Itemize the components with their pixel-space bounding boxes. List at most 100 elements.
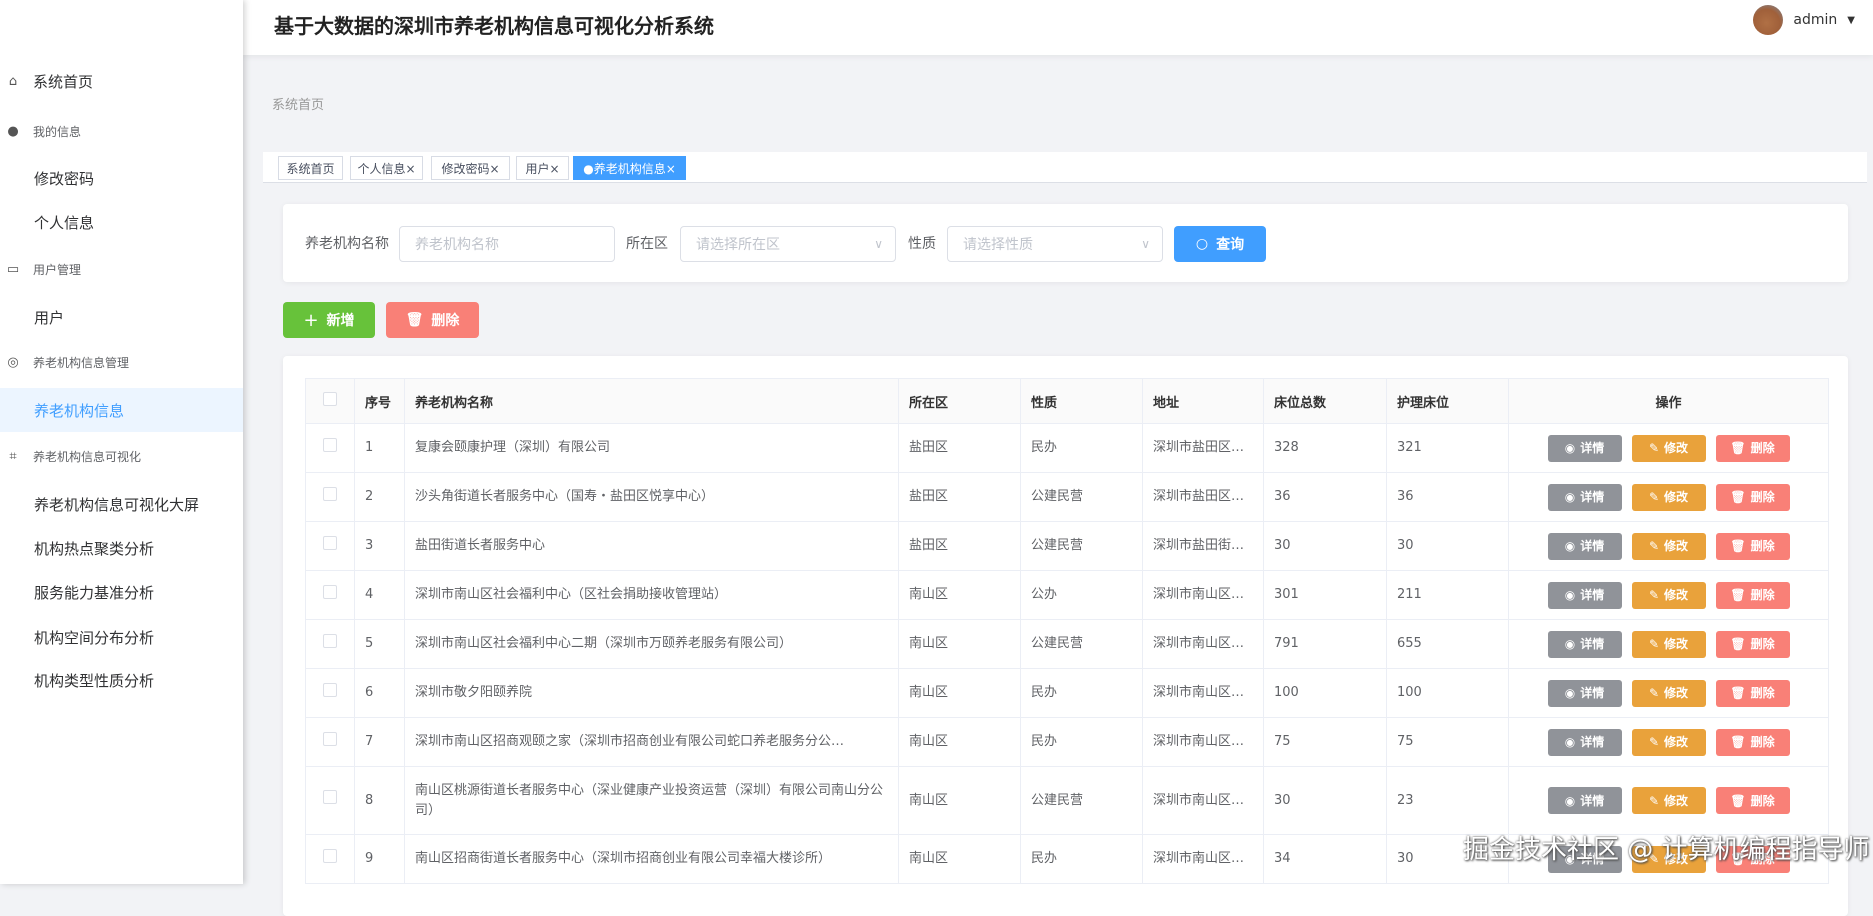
sidebar-item[interactable]: 机构空间分布分析 <box>0 623 243 651</box>
sidebar-item[interactable]: ⌂ 系统首页 <box>0 67 243 95</box>
sidebar-item[interactable]: 服务能力基准分析 <box>0 578 243 606</box>
tab[interactable]: 系统首页 <box>278 156 343 180</box>
sidebar-item[interactable]: ▭ 用户管理 <box>0 255 243 283</box>
user-menu[interactable]: admin ▼ <box>1753 5 1855 35</box>
cell: 南山区 <box>898 570 1021 620</box>
cell: 公建民营 <box>1020 766 1143 835</box>
cell: 复康会颐康护理（深圳）有限公司 <box>404 423 899 473</box>
edit-button[interactable]: ✎ 修改 <box>1631 728 1706 756</box>
sidebar-item[interactable]: 修改密码 <box>0 164 243 192</box>
detail-button[interactable]: ◉ 详情 <box>1547 581 1622 609</box>
detail-button[interactable]: ◉ 详情 <box>1547 787 1622 814</box>
edit-button[interactable]: ✎ 修改 <box>1631 581 1706 609</box>
cell: 南山区招商街道长者服务中心（深圳市招商创业有限公司幸福大楼诊所） <box>404 834 899 884</box>
nature-label: 性质 <box>908 236 936 252</box>
sidebar-item[interactable]: 机构类型性质分析 <box>0 666 243 694</box>
cell <box>305 423 355 473</box>
sidebar-item[interactable]: 养老机构信息 <box>0 388 243 432</box>
delete-button[interactable]: 🗑︎ 删除 <box>1715 483 1790 511</box>
cell: 3 <box>354 521 405 571</box>
cell <box>305 668 355 718</box>
detail-label: 详情 <box>1580 637 1605 651</box>
delete-button[interactable]: 🗑︎ 删除 <box>1715 787 1790 814</box>
detail-button[interactable]: ◉ 详情 <box>1547 483 1622 511</box>
cell <box>305 570 355 620</box>
sidebar-item[interactable]: 用户 <box>0 303 243 331</box>
cell: 321 <box>1386 423 1509 473</box>
edit-button[interactable]: ✎ 修改 <box>1631 483 1706 511</box>
eye-icon: ◉ <box>1564 490 1576 504</box>
cell: 深圳市南山区… <box>1142 717 1264 767</box>
detail-button[interactable]: ◉ 详情 <box>1547 630 1622 658</box>
delete-button[interactable]: 🗑︎ 删除 <box>1715 581 1790 609</box>
cell <box>305 619 355 669</box>
tab[interactable]: 用户× <box>516 156 569 180</box>
row-checkbox[interactable] <box>323 682 337 697</box>
app-title: 基于大数据的深圳市养老机构信息可视化分析系统 <box>274 14 714 38</box>
sidebar-item[interactable]: 机构热点聚类分析 <box>0 534 243 562</box>
name-input[interactable]: 养老机构名称 <box>399 226 615 262</box>
eye-icon: ◉ <box>1564 637 1576 651</box>
breadcrumb[interactable]: 系统首页 <box>272 94 324 113</box>
sidebar-item[interactable]: ◎ 养老机构信息管理 <box>0 348 243 376</box>
sidebar-item[interactable]: 养老机构信息可视化大屏 <box>0 490 243 518</box>
row-checkbox[interactable] <box>323 848 337 863</box>
row-checkbox[interactable] <box>323 535 337 550</box>
row-checkbox[interactable] <box>323 731 337 746</box>
tab[interactable]: 个人信息× <box>350 156 423 180</box>
data-table: 序号 养老机构名称 所在区 性质 地址 床位总数 护理床位 操作 1 复康会颐康护理（深圳）有限… <box>305 378 1829 884</box>
delete-button[interactable]: 🗑︎ 删除 <box>1715 532 1790 560</box>
sidebar-item[interactable]: ● 我的信息 <box>0 117 243 145</box>
add-button[interactable]: + 新增 <box>283 302 375 338</box>
row-checkbox[interactable] <box>323 584 337 599</box>
select-all-checkbox[interactable] <box>323 392 337 406</box>
header: 基于大数据的深圳市养老机构信息可视化分析系统 admin ▼ <box>243 0 1873 55</box>
cell <box>305 717 355 767</box>
search-icon: ○ <box>1195 236 1209 252</box>
edit-label: 修改 <box>1664 686 1689 700</box>
sidebar-item[interactable]: 个人信息 <box>0 208 243 236</box>
edit-button[interactable]: ✎ 修改 <box>1631 630 1706 658</box>
eye-icon: ◉ <box>1564 539 1576 553</box>
cell <box>305 834 355 884</box>
edit-button[interactable]: ✎ 修改 <box>1631 679 1706 707</box>
table-row: 4 深圳市南山区社会福利中心（区社会捐助接收管理站） 南山区 公办 深圳市南山区… 301… <box>305 570 1829 620</box>
detail-button[interactable]: ◉ 详情 <box>1547 728 1622 756</box>
detail-button[interactable]: ◉ 详情 <box>1547 532 1622 560</box>
tab-bar: 系统首页 个人信息× 修改密码× 用户× ●养老机构信息× <box>263 152 1867 183</box>
trash-icon: 🗑︎ <box>1730 686 1746 700</box>
name-placeholder: 养老机构名称 <box>415 237 499 253</box>
cell: 301 <box>1263 570 1387 620</box>
query-button[interactable]: ○ 查询 <box>1174 226 1266 262</box>
tab[interactable]: 修改密码× <box>431 156 510 180</box>
cell: 75 <box>1386 717 1509 767</box>
sidebar-item[interactable]: ⌗ 养老机构信息可视化 <box>0 442 243 470</box>
cell: 30 <box>1263 766 1387 835</box>
cell: 盐田区 <box>898 423 1021 473</box>
cell: 南山区 <box>898 766 1021 835</box>
nature-placeholder: 请选择性质 <box>963 237 1033 253</box>
pencil-icon: ✎ <box>1648 539 1660 553</box>
edit-button[interactable]: ✎ 修改 <box>1631 532 1706 560</box>
cell: 盐田区 <box>898 472 1021 522</box>
cell: 深圳市南山区… <box>1142 619 1264 669</box>
edit-button[interactable]: ✎ 修改 <box>1631 787 1706 814</box>
delete-button[interactable]: 🗑︎ 删除 <box>1715 630 1790 658</box>
detail-label: 详情 <box>1580 441 1605 455</box>
delete-button[interactable]: 🗑︎ 删除 <box>1715 434 1790 462</box>
row-checkbox[interactable] <box>323 633 337 648</box>
detail-button[interactable]: ◉ 详情 <box>1547 679 1622 707</box>
delete-button[interactable]: 🗑︎ 删除 <box>1715 679 1790 707</box>
row-checkbox[interactable] <box>323 437 337 452</box>
nature-select[interactable]: 请选择性质 ∨ <box>947 226 1163 262</box>
tab[interactable]: ●养老机构信息× <box>573 156 686 180</box>
delete-button[interactable]: 🗑︎ 删除 <box>1715 728 1790 756</box>
district-select[interactable]: 请选择所在区 ∨ <box>680 226 896 262</box>
edit-button[interactable]: ✎ 修改 <box>1631 434 1706 462</box>
row-checkbox[interactable] <box>323 790 337 804</box>
cell: 36 <box>1386 472 1509 522</box>
bulk-delete-button[interactable]: 🗑︎ 删除 <box>386 302 479 338</box>
detail-button[interactable]: ◉ 详情 <box>1547 434 1622 462</box>
row-checkbox[interactable] <box>323 486 337 501</box>
cell: 深圳市南山区社会福利中心（区社会捐助接收管理站） <box>404 570 899 620</box>
